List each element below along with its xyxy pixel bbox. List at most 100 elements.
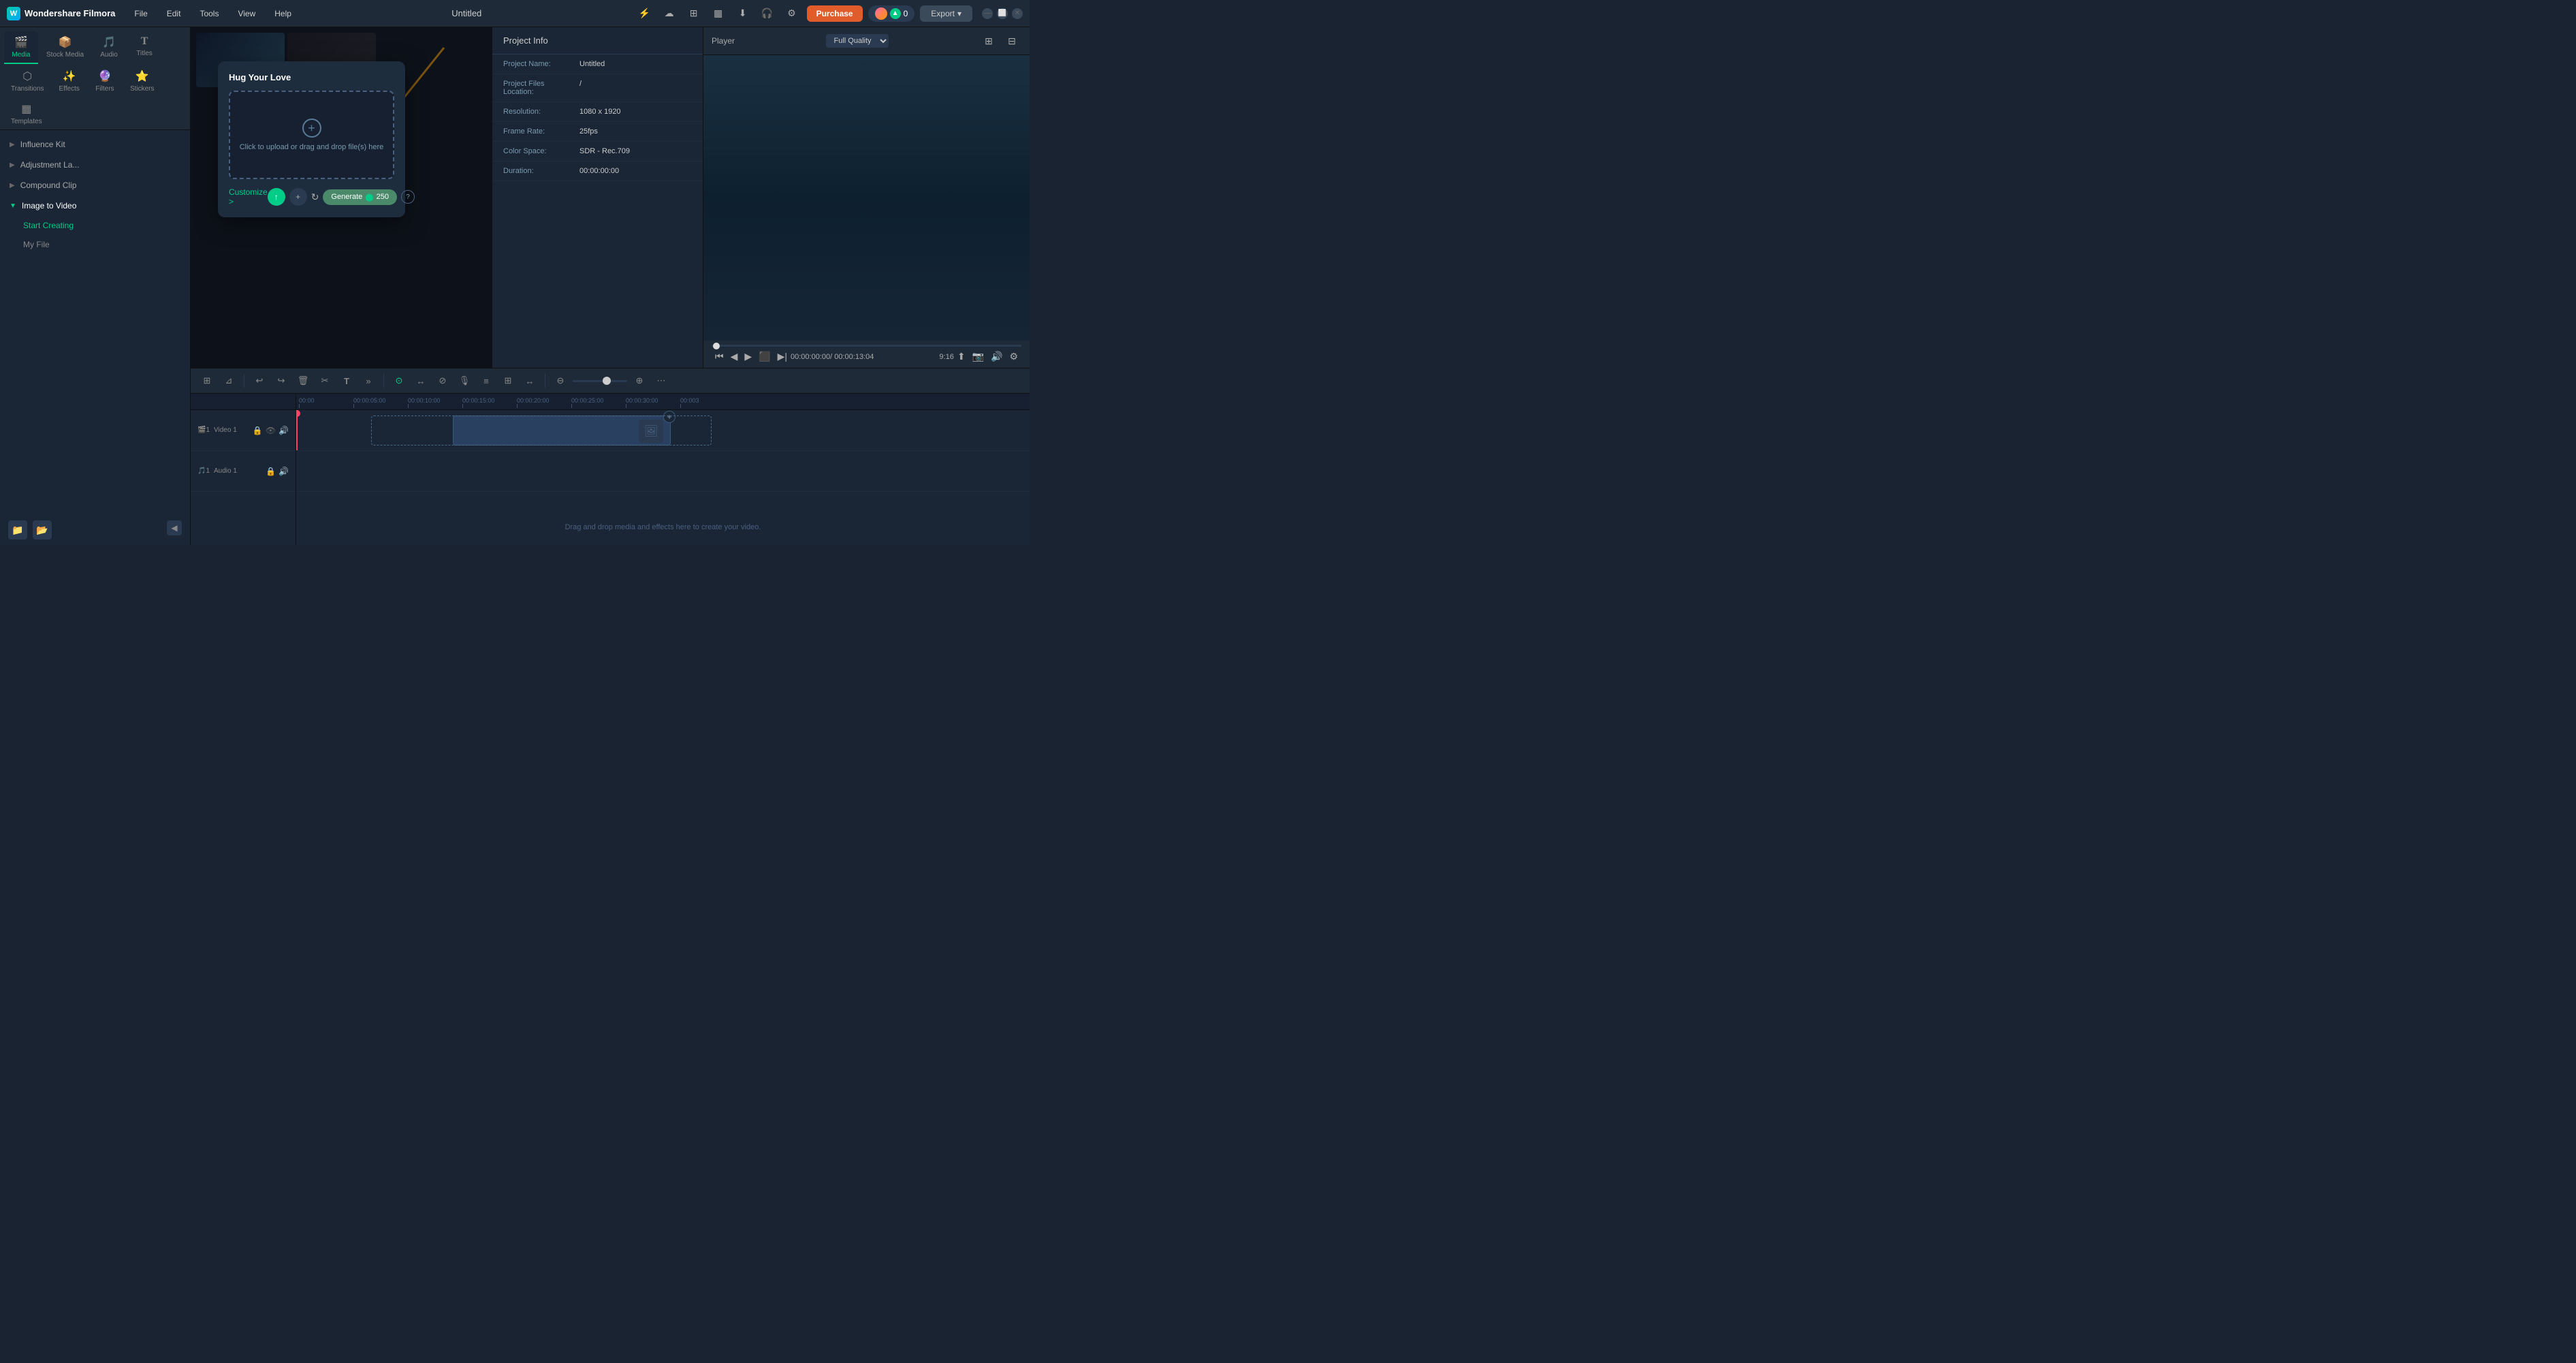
track-icons: 🔒 👁 🔊 [253, 426, 289, 435]
sidebar-sub-my-file[interactable]: My File [14, 235, 190, 254]
quality-select[interactable]: Full Quality [826, 34, 889, 48]
menu-help[interactable]: Help [268, 6, 298, 21]
sidebar-item-influence-kit[interactable]: ▶ Influence Kit [0, 134, 190, 155]
headphone-icon[interactable]: 🎧 [758, 4, 777, 23]
download-icon[interactable]: ⬇ [733, 4, 752, 23]
eye-icon[interactable]: 👁 [266, 426, 276, 435]
export-button[interactable]: Export ▾ [920, 5, 972, 22]
play-button[interactable]: ▶ [741, 349, 755, 364]
audio-track-number: 🎵1 [197, 467, 210, 475]
collapse-panel-button[interactable]: ◀ [167, 520, 182, 535]
timeline-main[interactable]: 00:00 00:00:05:00 00:00:10:00 [296, 394, 1030, 545]
zoom-thumb [603, 377, 611, 385]
info-row-duration: Duration: 00:00:00:00 [492, 161, 703, 181]
tab-bar: 🎬 Media 📦 Stock Media 🎵 Audio T Titles ⬡… [0, 27, 190, 130]
zoom-out-button[interactable]: ⊖ [551, 371, 570, 390]
minimize-button[interactable]: — [982, 8, 993, 19]
tab-media[interactable]: 🎬 Media [4, 31, 38, 64]
menu-edit[interactable]: Edit [160, 6, 188, 21]
sidebar-item-adjustment-la[interactable]: ▶ Adjustment La... [0, 155, 190, 175]
upload-text: Click to upload or drag and drop file(s)… [240, 143, 384, 151]
undo-button[interactable]: ↩ [250, 371, 269, 390]
menu-file[interactable]: File [127, 6, 154, 21]
magnet-tool[interactable]: ⊞ [197, 371, 217, 390]
audio-volume-icon[interactable]: 🔊 [279, 467, 289, 476]
text-button[interactable]: T [337, 371, 356, 390]
tab-templates[interactable]: ▦ Templates [4, 98, 49, 129]
player-controls-bar: ⏮ ◀ ▶ ⬛ ▶| 00:00:00:00 / 00:00:13:04 9:1… [703, 341, 1030, 368]
export-frame-button[interactable]: ⬆ [954, 349, 969, 364]
project-info-header: Project Info [492, 27, 703, 54]
tab-stock-media[interactable]: 📦 Stock Media [39, 31, 91, 64]
info-value-location: / [579, 80, 582, 96]
toolbar-divider-2 [383, 374, 384, 388]
upload-zone[interactable]: + Click to upload or drag and drop file(… [229, 91, 394, 179]
player-icons: ⊞ ⊟ [979, 31, 1021, 50]
redo-button[interactable]: ↪ [272, 371, 291, 390]
cloud-icon[interactable]: ☁ [660, 4, 679, 23]
placeholder-clip[interactable] [371, 416, 712, 445]
settings-player-button[interactable]: ⚙ [1006, 349, 1021, 364]
grid-view-icon[interactable]: ⊞ [979, 31, 998, 50]
info-row-framerate: Frame Rate: 25fps [492, 122, 703, 142]
maximize-button[interactable]: ⬜ [997, 8, 1008, 19]
lock-icon[interactable]: 🔒 [253, 426, 263, 435]
playhead [296, 410, 298, 450]
skip-back-button[interactable]: ⏮ [712, 349, 727, 364]
video-track[interactable]: 🖼 + [296, 410, 1030, 451]
multi-cam-button[interactable]: ⊞ [498, 371, 518, 390]
keyframe-button[interactable]: ≡ [477, 371, 496, 390]
delete-button[interactable]: 🗑 [293, 371, 313, 390]
new-folder-button[interactable]: 📂 [33, 520, 52, 539]
snapshot-button[interactable]: 📷 [969, 349, 987, 364]
stop-button[interactable]: ⬛ [755, 349, 774, 364]
tab-effects[interactable]: ✨ Effects [52, 65, 86, 97]
add-folder-button[interactable]: 📁 [8, 520, 27, 539]
tab-transitions[interactable]: ⬡ Transitions [4, 65, 51, 97]
timeline-labels: 🎬1 Video 1 🔒 👁 🔊 🎵1 Audio 1 🔒 [191, 394, 296, 545]
sidebar-item-image-to-video[interactable]: ▼ Image to Video [0, 195, 190, 216]
volume-button[interactable]: 🔊 [987, 349, 1006, 364]
tab-titles[interactable]: T Titles [127, 31, 161, 64]
audio-lock-icon[interactable]: 🔒 [266, 467, 276, 476]
sidebar-sub-start-creating[interactable]: Start Creating [14, 216, 190, 235]
marker-button[interactable]: ↔ [520, 371, 539, 390]
step-back-button[interactable]: ◀ [727, 349, 742, 364]
purchase-button[interactable]: Purchase [807, 5, 863, 22]
freeze-button[interactable]: ⊘ [433, 371, 452, 390]
screen-icon[interactable]: ⊞ [684, 4, 703, 23]
close-button[interactable]: ✕ [1012, 8, 1023, 19]
refresh-button[interactable]: ↻ [311, 191, 319, 203]
crop-button[interactable]: ↔ [411, 371, 430, 390]
step-forward-button[interactable]: ▶| [774, 349, 791, 364]
menu-tools[interactable]: Tools [193, 6, 225, 21]
settings-icon[interactable]: ⚙ [782, 4, 801, 23]
progress-bar[interactable] [712, 345, 1021, 347]
menu-view[interactable]: View [231, 6, 262, 21]
tab-filters[interactable]: 🔮 Filters [88, 65, 122, 97]
generate-button[interactable]: Generate ⬤ 250 [323, 189, 397, 205]
project-title: Untitled [304, 8, 630, 18]
add-action-button[interactable]: + [289, 188, 307, 206]
tab-stickers[interactable]: ⭐ Stickers [123, 65, 161, 97]
sidebar-item-label: Adjustment La... [20, 160, 80, 170]
zoom-track[interactable] [573, 380, 627, 382]
customize-link[interactable]: Customize > [229, 187, 268, 206]
more-options-button[interactable]: ⋯ [652, 371, 671, 390]
grid-icon[interactable]: ▦ [709, 4, 728, 23]
auto-save-icon[interactable]: ⚡ [635, 4, 654, 23]
audio-track[interactable] [296, 451, 1030, 492]
volume-track-icon[interactable]: 🔊 [279, 426, 289, 435]
tab-audio[interactable]: 🎵 Audio [92, 31, 126, 64]
track-motion-button[interactable]: ⊙ [389, 371, 409, 390]
fullscreen-icon[interactable]: ⊟ [1002, 31, 1021, 50]
filters-tab-icon: 🔮 [98, 69, 112, 83]
sidebar-item-compound-clip[interactable]: ▶ Compound Clip [0, 175, 190, 195]
select-tool[interactable]: ⊿ [219, 371, 238, 390]
app-logo: W Wondershare Filmora [7, 7, 115, 20]
voice-button[interactable]: 🎙 [455, 371, 474, 390]
zoom-in-button[interactable]: ⊕ [630, 371, 649, 390]
more-tools-button[interactable]: » [359, 371, 378, 390]
help-button[interactable]: ? [401, 190, 415, 204]
cut-button[interactable]: ✂ [315, 371, 334, 390]
